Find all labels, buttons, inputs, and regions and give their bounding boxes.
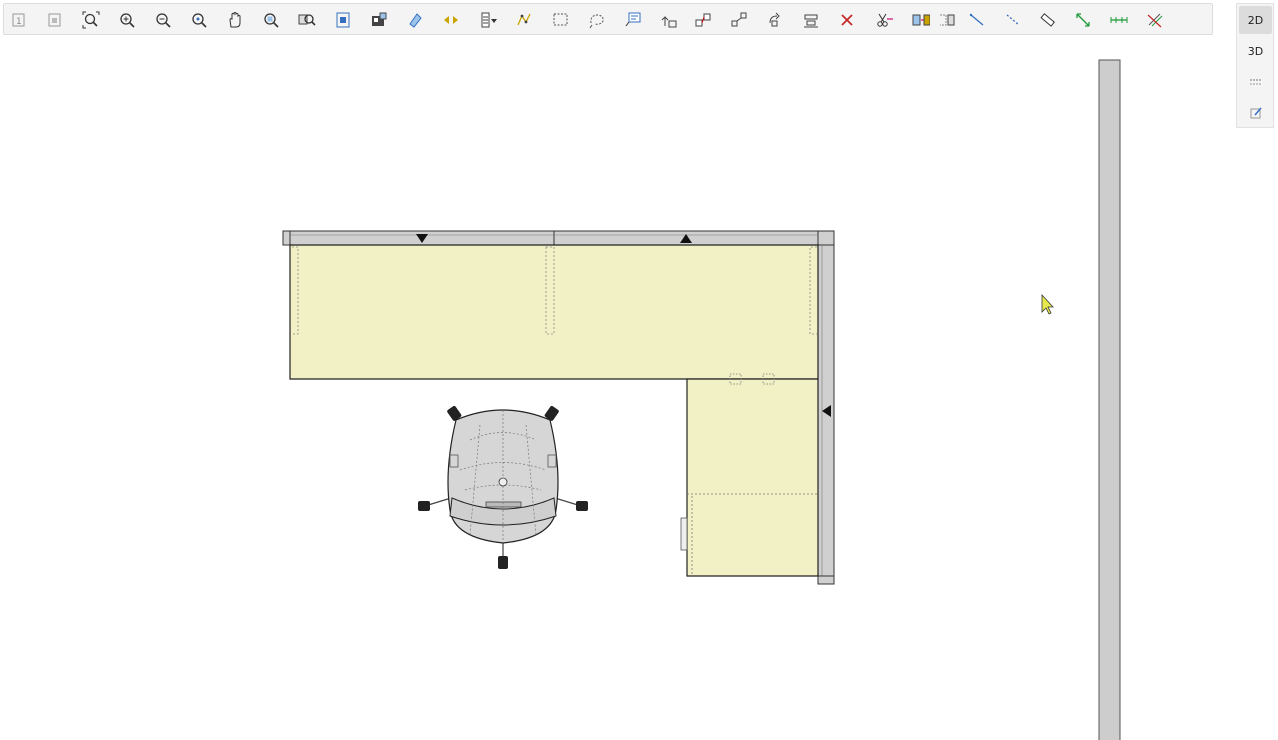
zoom-out-icon [156,13,171,28]
delete-button[interactable] [837,10,857,30]
wall-segment[interactable] [1098,59,1121,740]
pan-button[interactable] [225,10,245,30]
hide-dimension-icon [1147,13,1163,28]
scale-icon [731,12,747,27]
select-icon: 1 [12,13,25,27]
connect-button[interactable] [693,10,713,30]
zoom-fit-icon [82,11,100,29]
align-button[interactable] [801,10,821,30]
zoom-all-button[interactable] [297,10,317,30]
insert-button[interactable] [659,10,679,30]
dim-chain-button[interactable] [1109,10,1129,30]
rotate-icon [769,12,780,27]
delete-x-icon [841,14,853,26]
line-button[interactable] [967,10,987,30]
floor-plan [282,59,1121,740]
replace-button[interactable] [911,10,931,30]
dash-line-button[interactable] [1003,10,1023,30]
layers-button[interactable] [479,10,499,30]
zoom-in-icon [120,13,135,28]
select-2-button[interactable] [45,10,65,30]
lasso-button[interactable] [587,10,607,30]
back-panel[interactable] [282,230,835,246]
scale-button[interactable] [729,10,749,30]
catalog-button[interactable] [369,10,389,30]
zoom-out-button[interactable] [153,10,173,30]
replace-icon [912,14,930,26]
svg-text:1: 1 [16,17,22,27]
frame-button[interactable] [333,10,353,30]
office-chair[interactable] [418,405,588,569]
dimension-button[interactable] [1073,10,1093,30]
zoom-prev-button[interactable] [189,10,209,30]
select-group-icon [48,13,61,27]
layers-dropdown-icon [481,12,497,28]
annotation-button[interactable] [623,10,643,30]
polyline-icon [517,13,531,26]
mirror-button[interactable] [937,10,957,30]
connect-icon [695,13,711,27]
annotation-icon [625,12,641,27]
lasso-icon [589,14,604,29]
zoom-fit-button[interactable] [81,10,101,30]
cut-icon [877,13,893,27]
dimension-chain-icon [1110,17,1128,23]
catalog-icon [372,12,387,26]
zoom-all-icon [298,14,316,26]
view-2d-button[interactable]: 2D [1239,6,1272,34]
polyline-button[interactable] [515,10,535,30]
zoom-window-button[interactable] [261,10,281,30]
pan-hand-icon [229,12,241,28]
dimension-icon [1076,13,1090,27]
move-arrows-icon [444,16,458,24]
drawing-canvas[interactable] [0,36,1278,740]
zoom-previous-icon [192,13,207,28]
rect-select-button[interactable] [551,10,571,30]
move-button[interactable] [441,10,461,30]
mouse-cursor-icon [1041,293,1054,315]
insert-icon [661,16,677,28]
zoom-in-button[interactable] [117,10,137,30]
side-panel[interactable] [817,244,835,585]
align-icon [804,14,818,28]
ruler-icon [1040,13,1055,27]
mirror-icon [940,14,955,26]
zoom-window-icon [264,13,279,28]
line-icon [969,13,984,26]
rectangle-select-icon [553,13,568,26]
desk-main[interactable] [289,244,819,380]
desk-return[interactable] [680,373,819,577]
main-toolbar: 1 [3,3,1213,35]
measure-button[interactable] [1037,10,1057,30]
rotate-button[interactable] [765,10,785,30]
frame-icon [336,12,350,28]
paint-icon [409,13,422,28]
hide-dim-button[interactable] [1145,10,1165,30]
dashed-line-icon [1006,14,1020,26]
select-1-button[interactable]: 1 [9,10,29,30]
paint-button[interactable] [405,10,425,30]
cut-paste-button[interactable] [875,10,895,30]
